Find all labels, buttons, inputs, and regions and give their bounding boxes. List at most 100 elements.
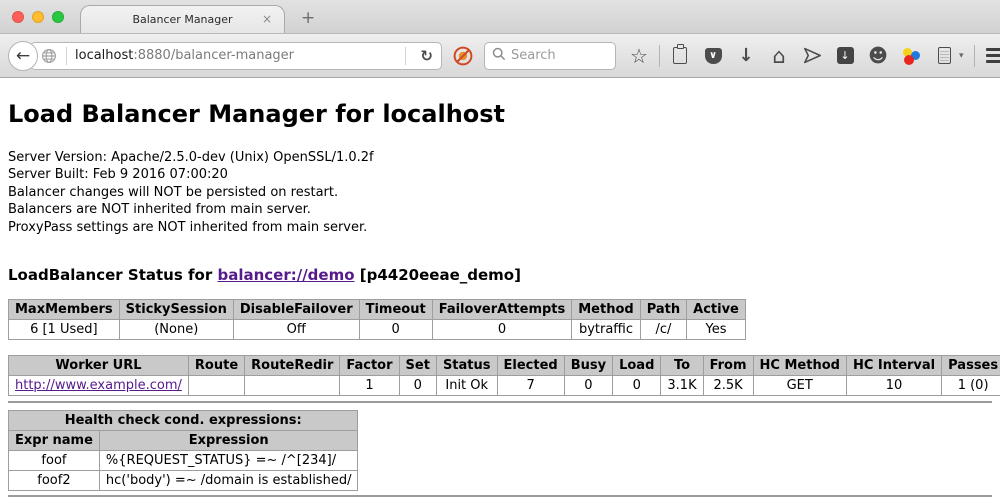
cell-expression: %{REQUEST_STATUS} =~ /^[234]/ <box>99 451 358 471</box>
reload-icon[interactable]: ↻ <box>420 47 433 65</box>
col-from: From <box>703 356 753 376</box>
balancer-link[interactable]: balancer://demo <box>217 266 354 284</box>
col-expr-name: Expr name <box>9 431 100 451</box>
new-tab-button[interactable]: + <box>301 8 315 28</box>
cell-timeout: 0 <box>359 320 432 340</box>
toolbar-divider <box>659 45 660 67</box>
search-bar[interactable] <box>484 42 616 70</box>
cell-failoverattempts: 0 <box>432 320 572 340</box>
section-divider <box>8 401 992 403</box>
col-to: To <box>661 356 703 376</box>
cell-set: 0 <box>399 376 436 396</box>
cell-maxmembers: 6 [1 Used] <box>9 320 120 340</box>
col-hc-method: HC Method <box>753 356 846 376</box>
chevron-down-icon[interactable]: ▾ <box>959 51 964 61</box>
smiley-icon[interactable]: ☻ <box>868 45 888 67</box>
health-check-expressions-table: Health check cond. expressions: Expr nam… <box>8 410 358 491</box>
back-arrow-icon: ← <box>16 46 30 66</box>
url-path: :8880/balancer-manager <box>133 48 294 63</box>
cell-hc-interval: 10 <box>846 376 941 396</box>
bookmark-star-icon[interactable]: ☆ <box>629 45 649 67</box>
table-row: 6 [1 Used] (None) Off 0 0 bytraffic /c/ … <box>9 320 746 340</box>
balancer-settings-table: MaxMembers StickySession DisableFailover… <box>8 299 746 340</box>
urlbar-divider <box>405 47 406 65</box>
proxypass-notice-line: ProxyPass settings are NOT inherited fro… <box>8 219 992 236</box>
col-load: Load <box>613 356 661 376</box>
col-active: Active <box>687 300 746 320</box>
col-passes: Passes <box>942 356 1000 376</box>
col-failoverattempts: FailoverAttempts <box>432 300 572 320</box>
address-text[interactable]: localhost:8880/balancer-manager <box>75 48 398 63</box>
cell-path: /c/ <box>640 320 686 340</box>
server-info: Server Version: Apache/2.5.0-dev (Unix) … <box>8 149 992 236</box>
table-header-row: Worker URL Route RouteRedir Factor Set S… <box>9 356 1000 376</box>
status-prefix: LoadBalancer Status for <box>8 266 217 284</box>
table-row: http://www.example.com/ 1 0 Init Ok 7 0 … <box>9 376 1000 396</box>
browser-titlebar: Balancer Manager × + <box>0 0 1000 34</box>
table-row: foof %{REQUEST_STATUS} =~ /^[234]/ <box>9 451 358 471</box>
worker-status-table: Worker URL Route RouteRedir Factor Set S… <box>8 355 1000 396</box>
menu-hamburger-icon[interactable] <box>985 45 1000 67</box>
status-suffix: [p4420eeae_demo] <box>355 266 521 284</box>
browser-tab[interactable]: Balancer Manager × <box>80 5 285 33</box>
inherit-notice-line: Balancers are NOT inherited from main se… <box>8 201 992 218</box>
col-expression: Expression <box>99 431 358 451</box>
clipboard-icon[interactable] <box>670 45 690 67</box>
window-close-button[interactable] <box>12 11 24 23</box>
col-busy: Busy <box>564 356 612 376</box>
loadbalancer-status-heading: LoadBalancer Status for balancer://demo … <box>8 266 992 284</box>
search-input[interactable] <box>511 48 601 63</box>
download-icon[interactable]: ↓ <box>736 45 756 67</box>
cell-to: 3.1K <box>661 376 703 396</box>
toolbar-divider <box>974 45 975 67</box>
col-worker-url: Worker URL <box>9 356 189 376</box>
cell-stickysession: (None) <box>119 320 233 340</box>
cell-disablefailover: Off <box>233 320 359 340</box>
window-minimize-button[interactable] <box>32 11 44 23</box>
col-method: Method <box>572 300 640 320</box>
col-maxmembers: MaxMembers <box>9 300 120 320</box>
server-built-line: Server Built: Feb 9 2016 07:00:20 <box>8 166 992 183</box>
col-hc-interval: HC Interval <box>846 356 941 376</box>
cell-status: Init Ok <box>436 376 497 396</box>
server-version-line: Server Version: Apache/2.5.0-dev (Unix) … <box>8 149 992 166</box>
col-route: Route <box>188 356 244 376</box>
col-disablefailover: DisableFailover <box>233 300 359 320</box>
col-set: Set <box>399 356 436 376</box>
page-title: Load Balancer Manager for localhost <box>8 100 992 128</box>
globe-icon <box>39 45 59 67</box>
window-zoom-button[interactable] <box>52 11 64 23</box>
pocket-icon[interactable]: ∨ <box>703 45 723 67</box>
tab-close-icon[interactable]: × <box>262 12 272 26</box>
url-bar[interactable]: localhost:8880/balancer-manager ↻ <box>30 42 442 70</box>
window-controls <box>12 11 64 23</box>
cell-hc-method: GET <box>753 376 846 396</box>
colorful-dots-extension-icon[interactable] <box>901 46 921 66</box>
col-path: Path <box>640 300 686 320</box>
cell-factor: 1 <box>340 376 399 396</box>
cell-expr-name: foof2 <box>9 471 100 491</box>
send-plane-icon[interactable] <box>802 45 822 67</box>
worker-url-link[interactable]: http://www.example.com/ <box>15 378 182 393</box>
col-stickysession: StickySession <box>119 300 233 320</box>
back-button[interactable]: ← <box>8 41 38 71</box>
plugin-blocked-icon[interactable] <box>452 45 474 67</box>
cell-routeredir <box>245 376 340 396</box>
video-download-icon[interactable]: ↓ <box>835 45 855 67</box>
cell-route <box>188 376 244 396</box>
col-elected: Elected <box>497 356 564 376</box>
cell-worker-url: http://www.example.com/ <box>9 376 189 396</box>
toolbar-icon-row: ☆ ∨ ↓ ⌂ ↓ ☻ ▾ <box>629 45 1000 67</box>
cell-elected: 7 <box>497 376 564 396</box>
cell-load: 0 <box>613 376 661 396</box>
col-routeredir: RouteRedir <box>245 356 340 376</box>
container-icon[interactable] <box>934 45 954 67</box>
search-icon <box>492 46 506 65</box>
url-host: localhost <box>75 48 133 63</box>
browser-toolbar: ← localhost:8880/balancer-manager ↻ ☆ ∨ … <box>0 34 1000 78</box>
col-factor: Factor <box>340 356 399 376</box>
home-icon[interactable]: ⌂ <box>769 45 789 67</box>
cell-expr-name: foof <box>9 451 100 471</box>
table-header-row: MaxMembers StickySession DisableFailover… <box>9 300 746 320</box>
urlbar-divider <box>66 47 67 65</box>
